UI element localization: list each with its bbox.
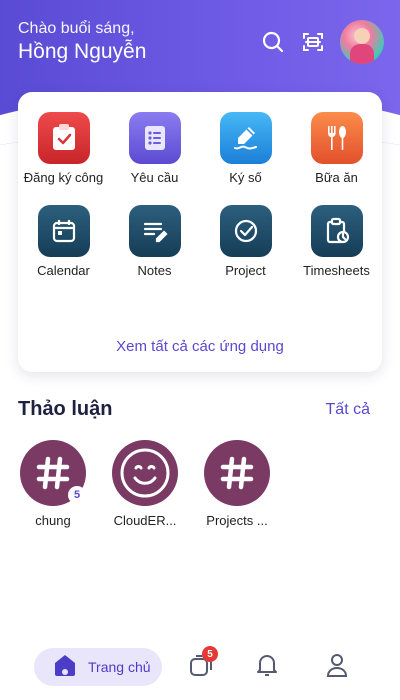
hashtag-icon: 5: [20, 440, 86, 506]
calendar-icon: [37, 205, 90, 257]
bottom-nav: Trang chủ 5: [0, 640, 400, 700]
request-list-icon: [128, 112, 181, 164]
app-timesheets[interactable]: Timesheets: [291, 205, 382, 278]
app-dang-ky-cong[interactable]: Đăng ký công: [18, 112, 109, 185]
see-all-apps-link[interactable]: Xem tất cả các ứng dụng: [18, 338, 382, 355]
chat-badge: 5: [202, 646, 218, 662]
nav-profile-tab[interactable]: [322, 652, 352, 682]
greeting-text: Chào buổi sáng,: [18, 20, 135, 37]
calendar-check-icon: [37, 112, 90, 164]
app-label: Đăng ký công: [23, 170, 104, 185]
channel-item[interactable]: Projects ...: [202, 440, 272, 528]
app-label: Calendar: [37, 263, 90, 278]
discussion-title: Thảo luận: [18, 398, 113, 420]
hashtag-icon: [204, 440, 270, 506]
channel-name: CloudER...: [113, 513, 177, 528]
channel-name: Projects ...: [206, 513, 268, 528]
apps-card: Đăng ký công Yêu cầu Ký số Bữa ăn Calend: [18, 92, 382, 372]
nav-chat-tab[interactable]: 5: [186, 646, 218, 682]
app-label: Ký số: [229, 170, 262, 185]
app-ky-so[interactable]: Ký số: [200, 112, 291, 185]
app-label: Timesheets: [303, 263, 370, 278]
nav-home-tab[interactable]: Trang chủ: [34, 648, 162, 686]
unread-badge: 5: [68, 486, 86, 504]
nav-home-label: Trang chủ: [88, 659, 151, 675]
home-icon: [52, 652, 78, 683]
app-label: Yêu cầu: [130, 170, 179, 185]
header-actions: [260, 20, 384, 64]
timesheet-icon: [310, 205, 363, 257]
project-check-icon: [219, 205, 272, 257]
fork-spoon-icon: [310, 112, 363, 164]
channel-item[interactable]: 5 chung: [18, 440, 88, 528]
pen-sign-icon: [219, 112, 272, 164]
app-yeu-cau[interactable]: Yêu cầu: [109, 112, 200, 185]
search-icon[interactable]: [260, 29, 286, 55]
bell-icon: [254, 652, 280, 683]
user-name: Hồng Nguyễn: [18, 40, 147, 63]
app-notes[interactable]: Notes: [109, 205, 200, 278]
avatar[interactable]: [340, 20, 384, 64]
channel-name: chung: [35, 513, 71, 528]
greeting: Chào buổi sáng, Hồng Nguyễn: [18, 20, 146, 64]
app-label: Bữa ăn: [315, 170, 358, 185]
app-label: Project: [225, 263, 266, 278]
channel-item[interactable]: CloudER...: [110, 440, 180, 528]
profile-icon: [324, 652, 350, 683]
app-label: Notes: [137, 263, 172, 278]
smile-icon: [112, 440, 178, 506]
app-bua-an[interactable]: Bữa ăn: [291, 112, 382, 185]
app-calendar[interactable]: Calendar: [18, 205, 109, 278]
app-project[interactable]: Project: [200, 205, 291, 278]
scan-icon[interactable]: [300, 29, 326, 55]
channel-list: 5 chung CloudER... Projects ...: [18, 440, 272, 528]
notes-icon: [128, 205, 181, 257]
app-grid: Đăng ký công Yêu cầu Ký số Bữa ăn Calend: [18, 112, 382, 278]
discussion-see-all-link[interactable]: Tất cả: [326, 401, 370, 419]
nav-notifications-tab[interactable]: [252, 652, 282, 682]
